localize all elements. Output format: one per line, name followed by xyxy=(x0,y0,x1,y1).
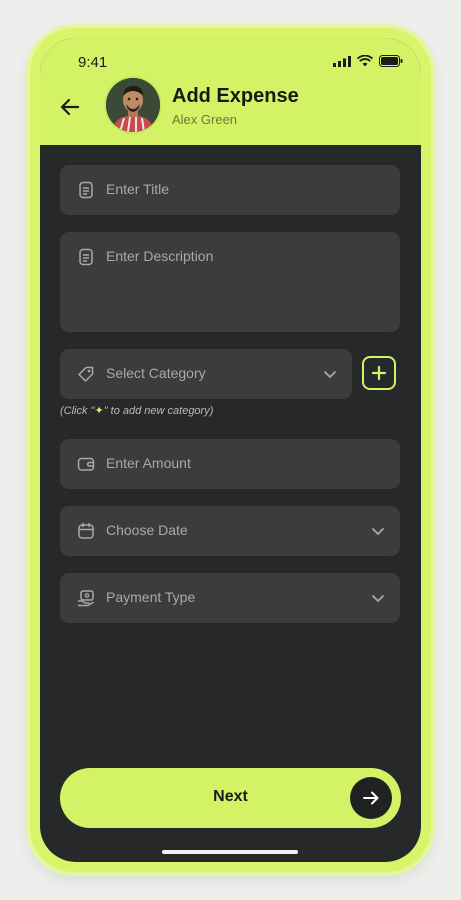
home-indicator[interactable] xyxy=(162,850,298,854)
status-icons xyxy=(333,55,403,67)
amount-placeholder: Enter Amount xyxy=(106,455,191,471)
wifi-icon xyxy=(357,55,373,67)
user-name: Alex Green xyxy=(172,112,238,127)
chevron-down-icon xyxy=(372,528,384,535)
app-screen: 9:41 Add Expense Alex Green Enter Title … xyxy=(40,38,421,862)
phone-frame: 9:41 Add Expense Alex Green Enter Title … xyxy=(30,28,431,872)
title-input[interactable]: Enter Title xyxy=(60,165,400,215)
payment-placeholder: Payment Type xyxy=(106,589,196,605)
payment-icon xyxy=(77,590,94,607)
date-placeholder: Choose Date xyxy=(106,522,188,538)
chevron-down-icon xyxy=(324,371,336,378)
avatar[interactable] xyxy=(106,78,160,132)
arrow-right-icon xyxy=(363,791,379,805)
description-placeholder: Enter Description xyxy=(106,248,214,264)
page-title: Add Expense xyxy=(172,85,299,107)
description-input[interactable]: Enter Description xyxy=(60,232,400,332)
status-time: 9:41 xyxy=(78,54,108,71)
wallet-icon xyxy=(77,457,95,471)
document-icon xyxy=(79,248,93,266)
header: 9:41 Add Expense Alex Green xyxy=(40,38,421,145)
next-button[interactable]: Next xyxy=(60,768,401,828)
add-category-button[interactable] xyxy=(362,356,396,390)
document-icon xyxy=(79,181,93,199)
sparkle-icon: ✦ xyxy=(94,405,104,417)
arrow-left-icon xyxy=(60,98,80,116)
hint-prefix: (Click " xyxy=(60,405,95,417)
category-select[interactable]: Select Category xyxy=(60,349,352,399)
battery-icon xyxy=(379,55,403,67)
category-placeholder: Select Category xyxy=(106,365,206,381)
back-button[interactable] xyxy=(56,93,84,121)
category-hint: (Click "✦" to add new category) xyxy=(60,404,213,417)
signal-icon xyxy=(333,55,351,67)
next-arrow-button[interactable] xyxy=(350,777,392,819)
calendar-icon xyxy=(78,522,94,539)
tag-icon xyxy=(78,366,94,382)
plus-icon xyxy=(371,365,387,381)
amount-input[interactable]: Enter Amount xyxy=(60,439,400,489)
avatar-image xyxy=(106,78,160,132)
title-placeholder: Enter Title xyxy=(106,181,170,197)
date-select[interactable]: Choose Date xyxy=(60,506,400,556)
payment-type-select[interactable]: Payment Type xyxy=(60,573,400,623)
hint-suffix: " to add new category) xyxy=(103,405,214,417)
chevron-down-icon xyxy=(372,595,384,602)
